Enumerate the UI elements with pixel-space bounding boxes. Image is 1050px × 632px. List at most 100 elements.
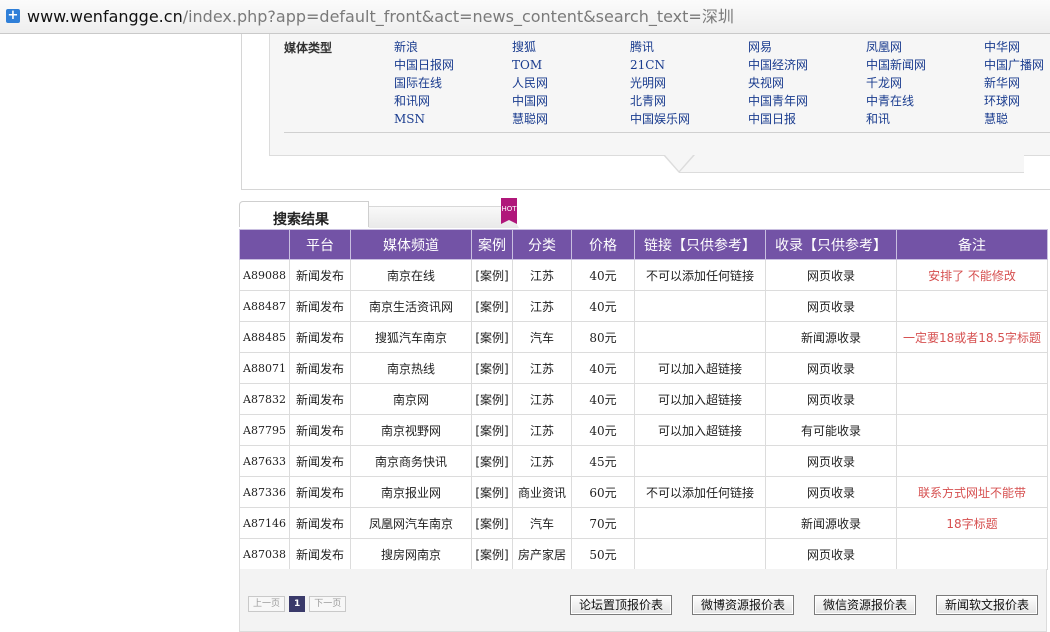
index-info-cell: 有可能收录 xyxy=(765,414,897,446)
platform-cell: 新闻发布 xyxy=(289,352,351,384)
channel-cell[interactable]: 搜狐汽车南京 xyxy=(350,321,472,353)
code-cell: A88485 xyxy=(239,321,290,353)
note-cell xyxy=(896,414,1048,446)
media-type-link[interactable]: 中国日报 xyxy=(748,110,858,128)
case-link[interactable]: [案例] xyxy=(471,290,513,322)
note-cell: 一定要18或者18.5字标题 xyxy=(896,321,1048,353)
media-type-link[interactable]: 凤凰网 xyxy=(866,38,976,56)
channel-cell[interactable]: 南京视野网 xyxy=(350,414,472,446)
platform-cell: 新闻发布 xyxy=(289,321,351,353)
code-cell: A88487 xyxy=(239,290,290,322)
media-type-link[interactable]: 国际在线 xyxy=(394,74,504,92)
case-link[interactable]: [案例] xyxy=(471,538,513,570)
media-type-link[interactable]: 腾讯 xyxy=(630,38,740,56)
media-type-link[interactable]: MSN xyxy=(394,110,504,128)
platform-cell: 新闻发布 xyxy=(289,445,351,477)
media-type-link[interactable]: 21CN xyxy=(630,56,740,74)
index-info-cell: 网页收录 xyxy=(765,352,897,384)
channel-cell[interactable]: 搜房网南京 xyxy=(350,538,472,570)
index-info-cell: 网页收录 xyxy=(765,538,897,570)
plus-icon[interactable]: + xyxy=(6,9,20,23)
price-cell: 40元 xyxy=(571,352,635,384)
media-type-link[interactable]: 搜狐 xyxy=(512,38,622,56)
media-type-link[interactable]: 中国日报网 xyxy=(394,56,504,74)
link-info-cell: 不可以添加任何链接 xyxy=(634,476,766,508)
url-path: /index.php?app=default_front&act=news_co… xyxy=(182,7,734,26)
media-type-link[interactable]: 北青网 xyxy=(630,92,740,110)
case-link[interactable]: [案例] xyxy=(471,383,513,415)
note-cell xyxy=(896,383,1048,415)
case-link[interactable]: [案例] xyxy=(471,321,513,353)
index-info-cell: 网页收录 xyxy=(765,259,897,291)
address-bar[interactable]: + www.wenfangge.cn/index.php?app=default… xyxy=(0,0,1050,34)
price-cell: 50元 xyxy=(571,538,635,570)
channel-cell[interactable]: 南京在线 xyxy=(350,259,472,291)
channel-cell[interactable]: 南京网 xyxy=(350,383,472,415)
media-type-link[interactable]: 中国娱乐网 xyxy=(630,110,740,128)
channel-cell[interactable]: 南京商务快讯 xyxy=(350,445,472,477)
price-cell: 60元 xyxy=(571,476,635,508)
index-info-cell: 新闻源收录 xyxy=(765,507,897,539)
media-type-link[interactable]: 环球网 xyxy=(984,92,1050,110)
wechat-price-list-button[interactable]: 微信资源报价表 xyxy=(814,595,917,615)
case-link[interactable]: [案例] xyxy=(471,414,513,446)
channel-cell[interactable]: 南京报业网 xyxy=(350,476,472,508)
media-type-link[interactable]: 新浪 xyxy=(394,38,504,56)
url-text[interactable]: www.wenfangge.cn/index.php?app=default_f… xyxy=(27,6,734,28)
header-price: 价格 xyxy=(571,229,635,260)
category-cell: 江苏 xyxy=(512,414,572,446)
media-type-link[interactable]: 和讯 xyxy=(866,110,976,128)
media-type-link[interactable]: 中国新闻网 xyxy=(866,56,976,74)
tab-search-results[interactable]: 搜索结果 xyxy=(239,201,369,228)
case-link[interactable]: [案例] xyxy=(471,445,513,477)
media-type-link[interactable]: 中华网 xyxy=(984,38,1050,56)
link-info-cell xyxy=(634,445,766,477)
case-link[interactable]: [案例] xyxy=(471,507,513,539)
channel-cell[interactable]: 南京热线 xyxy=(350,352,472,384)
media-type-link[interactable]: 新华网 xyxy=(984,74,1050,92)
media-type-link[interactable]: 人民网 xyxy=(512,74,622,92)
media-type-link[interactable]: 中国经济网 xyxy=(748,56,858,74)
media-type-link[interactable]: 中国网 xyxy=(512,92,622,110)
channel-cell[interactable]: 凤凰网汽车南京 xyxy=(350,507,472,539)
link-info-cell: 可以加入超链接 xyxy=(634,383,766,415)
media-type-link[interactable]: 中国青年网 xyxy=(748,92,858,110)
table-row: A87633 新闻发布 南京商务快讯 [案例] 江苏 45元 网页收录 xyxy=(239,445,1048,477)
media-type-link[interactable]: 慧聪 xyxy=(984,110,1050,128)
index-info-cell: 网页收录 xyxy=(765,445,897,477)
media-type-link[interactable]: TOM xyxy=(512,56,622,74)
media-type-link[interactable]: 和讯网 xyxy=(394,92,504,110)
header-link: 链接【只供参考】 xyxy=(634,229,766,260)
header-platform: 平台 xyxy=(289,229,351,260)
weibo-price-list-button[interactable]: 微博资源报价表 xyxy=(692,595,795,615)
note-cell: 18字标题 xyxy=(896,507,1048,539)
price-cell: 40元 xyxy=(571,259,635,291)
panel-tab-base xyxy=(679,155,1024,173)
table-row: A88071 新闻发布 南京热线 [案例] 江苏 40元 可以加入超链接 网页收录 xyxy=(239,352,1048,384)
media-type-link[interactable]: 千龙网 xyxy=(866,74,976,92)
news-price-list-button[interactable]: 新闻软文报价表 xyxy=(936,595,1039,615)
prev-page-button[interactable]: 上一页 xyxy=(248,596,286,612)
table-row: A87038 新闻发布 搜房网南京 [案例] 房产家居 50元 网页收录 xyxy=(239,538,1048,570)
note-cell xyxy=(896,352,1048,384)
table-header-row: 平台 媒体频道 案例 分类 价格 链接【只供参考】 收录【只供参考】 备注 xyxy=(239,229,1048,260)
media-type-link[interactable]: 慧聪网 xyxy=(512,110,622,128)
media-type-link[interactable]: 中国广播网 xyxy=(984,56,1050,74)
category-cell: 汽车 xyxy=(512,321,572,353)
header-category: 分类 xyxy=(512,229,572,260)
index-info-cell: 网页收录 xyxy=(765,476,897,508)
link-info-cell: 可以加入超链接 xyxy=(634,414,766,446)
current-page-button[interactable]: 1 xyxy=(289,596,306,612)
media-type-link[interactable]: 光明网 xyxy=(630,74,740,92)
case-link[interactable]: [案例] xyxy=(471,476,513,508)
case-link[interactable]: [案例] xyxy=(471,352,513,384)
channel-cell[interactable]: 南京生活资讯网 xyxy=(350,290,472,322)
case-link[interactable]: [案例] xyxy=(471,259,513,291)
forum-price-list-button[interactable]: 论坛置顶报价表 xyxy=(570,595,673,615)
media-type-link[interactable]: 网易 xyxy=(748,38,858,56)
index-info-cell: 网页收录 xyxy=(765,290,897,322)
media-type-link[interactable]: 中青在线 xyxy=(866,92,976,110)
next-page-button[interactable]: 下一页 xyxy=(309,596,347,612)
media-type-link[interactable]: 央视网 xyxy=(748,74,858,92)
category-cell: 江苏 xyxy=(512,352,572,384)
